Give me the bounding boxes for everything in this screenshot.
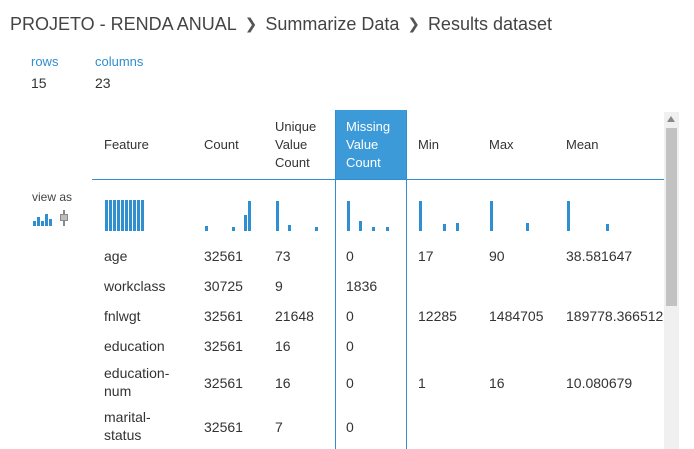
missing-value-count-cell: 0 [346,375,354,391]
missing-value-count-cell: 0 [346,338,354,354]
results-table: Feature Count Unique Value Count Missing… [92,110,664,449]
feature-cell: workclass [104,278,166,294]
missing-value-count-histogram[interactable] [346,200,396,231]
column-header-unique-value-count[interactable]: Unique Value Count [275,110,335,180]
feature-cell: marital-status [104,409,151,443]
count-cell: 32561 [204,419,243,435]
count-cell: 32561 [204,375,243,391]
vertical-scrollbar[interactable] [664,112,679,449]
missing-value-count-cell: 0 [346,248,354,264]
view-as-label: view as [32,190,73,204]
missing-value-count-cell: 0 [346,419,354,435]
missing-value-count-cell: 1836 [346,278,378,294]
mean-cell: 38.581647 [566,248,633,264]
columns-label: columns [95,54,144,69]
scrollbar-thumb[interactable] [666,128,677,306]
mean-histogram[interactable] [566,200,616,231]
unique-value-count-cell: 16 [275,338,291,354]
min-cell: 12285 [418,308,457,324]
chevron-right-icon: ❯ [244,16,258,33]
max-histogram[interactable] [489,200,539,231]
feature-cell: fnlwgt [104,308,141,324]
rows-value: 15 [31,75,47,91]
scroll-up-icon[interactable] [667,116,675,122]
breadcrumb-current: Results dataset [427,13,553,34]
breadcrumb-project[interactable]: PROJETO - RENDA ANUAL [10,14,237,35]
column-header-feature[interactable]: Feature [104,110,194,180]
count-cell: 32561 [204,338,243,354]
feature-cell: age [104,248,128,264]
rows-label: rows [31,54,59,69]
top-strip [0,0,694,4]
feature-cell: education [104,338,165,354]
unique-value-count-cell: 16 [275,375,291,391]
rows-info: rows 15 [31,54,58,91]
unique-value-count-cell: 9 [275,278,283,294]
mean-cell: 10.080679 [566,375,633,391]
feature-cell: education-num [104,365,170,399]
unique-value-count-cell: 73 [275,248,291,264]
unique-value-count-histogram[interactable] [275,200,325,231]
column-header-missing-value-count[interactable]: Missing Value Count [346,110,404,180]
column-header-count[interactable]: Count [204,110,266,180]
min-histogram[interactable] [418,200,468,231]
count-cell: 32561 [204,248,243,264]
count-histogram[interactable] [204,200,254,231]
min-cell: 17 [418,248,434,264]
missing-value-count-cell: 0 [346,308,354,324]
unique-value-count-cell: 21648 [275,308,314,324]
chevron-right-icon: ❯ [407,16,420,33]
column-header-max[interactable]: Max [489,110,549,180]
mean-cell: 189778.366512 [566,308,664,324]
count-cell: 32561 [204,308,243,324]
max-cell: 90 [489,248,505,264]
histogram-icon[interactable] [33,212,53,226]
max-cell: 1484705 [489,308,544,324]
breadcrumb-module[interactable]: Summarize Data [265,14,399,35]
max-cell: 16 [489,375,505,391]
breadcrumb: PROJETO - RENDA ANUAL ❯ Summarize Data ❯… [10,12,552,36]
feature-histogram[interactable] [105,200,145,231]
columns-value: 23 [95,75,111,91]
column-header-min[interactable]: Min [418,110,478,180]
boxplot-icon[interactable] [59,210,69,226]
column-header-mean[interactable]: Mean [566,110,626,180]
count-cell: 30725 [204,278,243,294]
view-as-toggle [33,210,69,226]
min-cell: 1 [418,375,426,391]
unique-value-count-cell: 7 [275,419,283,435]
columns-info: columns 23 [95,54,143,91]
